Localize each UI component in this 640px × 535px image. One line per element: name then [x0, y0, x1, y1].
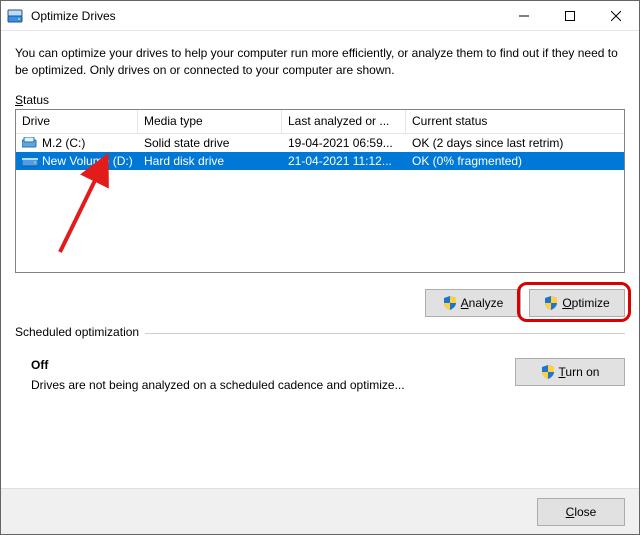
drive-status: OK (2 days since last retrim): [406, 136, 624, 150]
drives-list[interactable]: Drive Media type Last analyzed or ... Cu…: [15, 109, 625, 273]
schedule-section-header: Scheduled optimization: [15, 333, 625, 348]
col-status[interactable]: Current status: [406, 110, 624, 133]
status-label: Status: [15, 93, 625, 107]
titlebar: Optimize Drives: [1, 1, 639, 31]
hdd-icon: [22, 155, 38, 167]
ssd-icon: [22, 137, 38, 149]
drive-name: M.2 (C:): [42, 136, 85, 150]
drive-media: Solid state drive: [138, 136, 282, 150]
optimize-button[interactable]: Optimize: [529, 289, 625, 317]
shield-icon: [443, 296, 457, 310]
maximize-button[interactable]: [547, 1, 593, 31]
col-media[interactable]: Media type: [138, 110, 282, 133]
drive-row[interactable]: M.2 (C:) Solid state drive 19-04-2021 06…: [16, 134, 624, 152]
close-dialog-button[interactable]: Close: [537, 498, 625, 526]
content-area: You can optimize your drives to help you…: [1, 31, 639, 488]
window-controls: [501, 1, 639, 30]
minimize-icon: [519, 11, 529, 21]
drive-name: New Volume (D:): [42, 154, 133, 168]
minimize-button[interactable]: [501, 1, 547, 31]
drive-media: Hard disk drive: [138, 154, 282, 168]
drive-status: OK (0% fragmented): [406, 154, 624, 168]
close-icon: [611, 11, 621, 21]
schedule-desc: Drives are not being analyzed on a sched…: [31, 378, 515, 392]
drive-row[interactable]: New Volume (D:) Hard disk drive 21-04-20…: [16, 152, 624, 170]
schedule-block: Off Drives are not being analyzed on a s…: [15, 358, 625, 392]
drives-header-row: Drive Media type Last analyzed or ... Cu…: [16, 110, 624, 134]
close-button[interactable]: [593, 1, 639, 31]
dialog-footer: Close: [1, 488, 639, 534]
col-drive[interactable]: Drive: [16, 110, 138, 133]
col-last[interactable]: Last analyzed or ...: [282, 110, 406, 133]
maximize-icon: [565, 11, 575, 21]
analyze-button[interactable]: Analyze: [425, 289, 521, 317]
drive-optimize-icon: [7, 8, 23, 24]
action-buttons-row: Analyze Optimize: [15, 289, 625, 317]
shield-icon: [541, 365, 555, 379]
turn-on-button[interactable]: Turn on: [515, 358, 625, 386]
shield-icon: [544, 296, 558, 310]
drive-last: 19-04-2021 06:59...: [282, 136, 406, 150]
drive-last: 21-04-2021 11:12...: [282, 154, 406, 168]
window-title: Optimize Drives: [31, 9, 501, 23]
optimize-drives-window: Optimize Drives You can optimize your dr…: [0, 0, 640, 535]
schedule-state: Off: [31, 358, 515, 372]
intro-text: You can optimize your drives to help you…: [15, 45, 625, 79]
